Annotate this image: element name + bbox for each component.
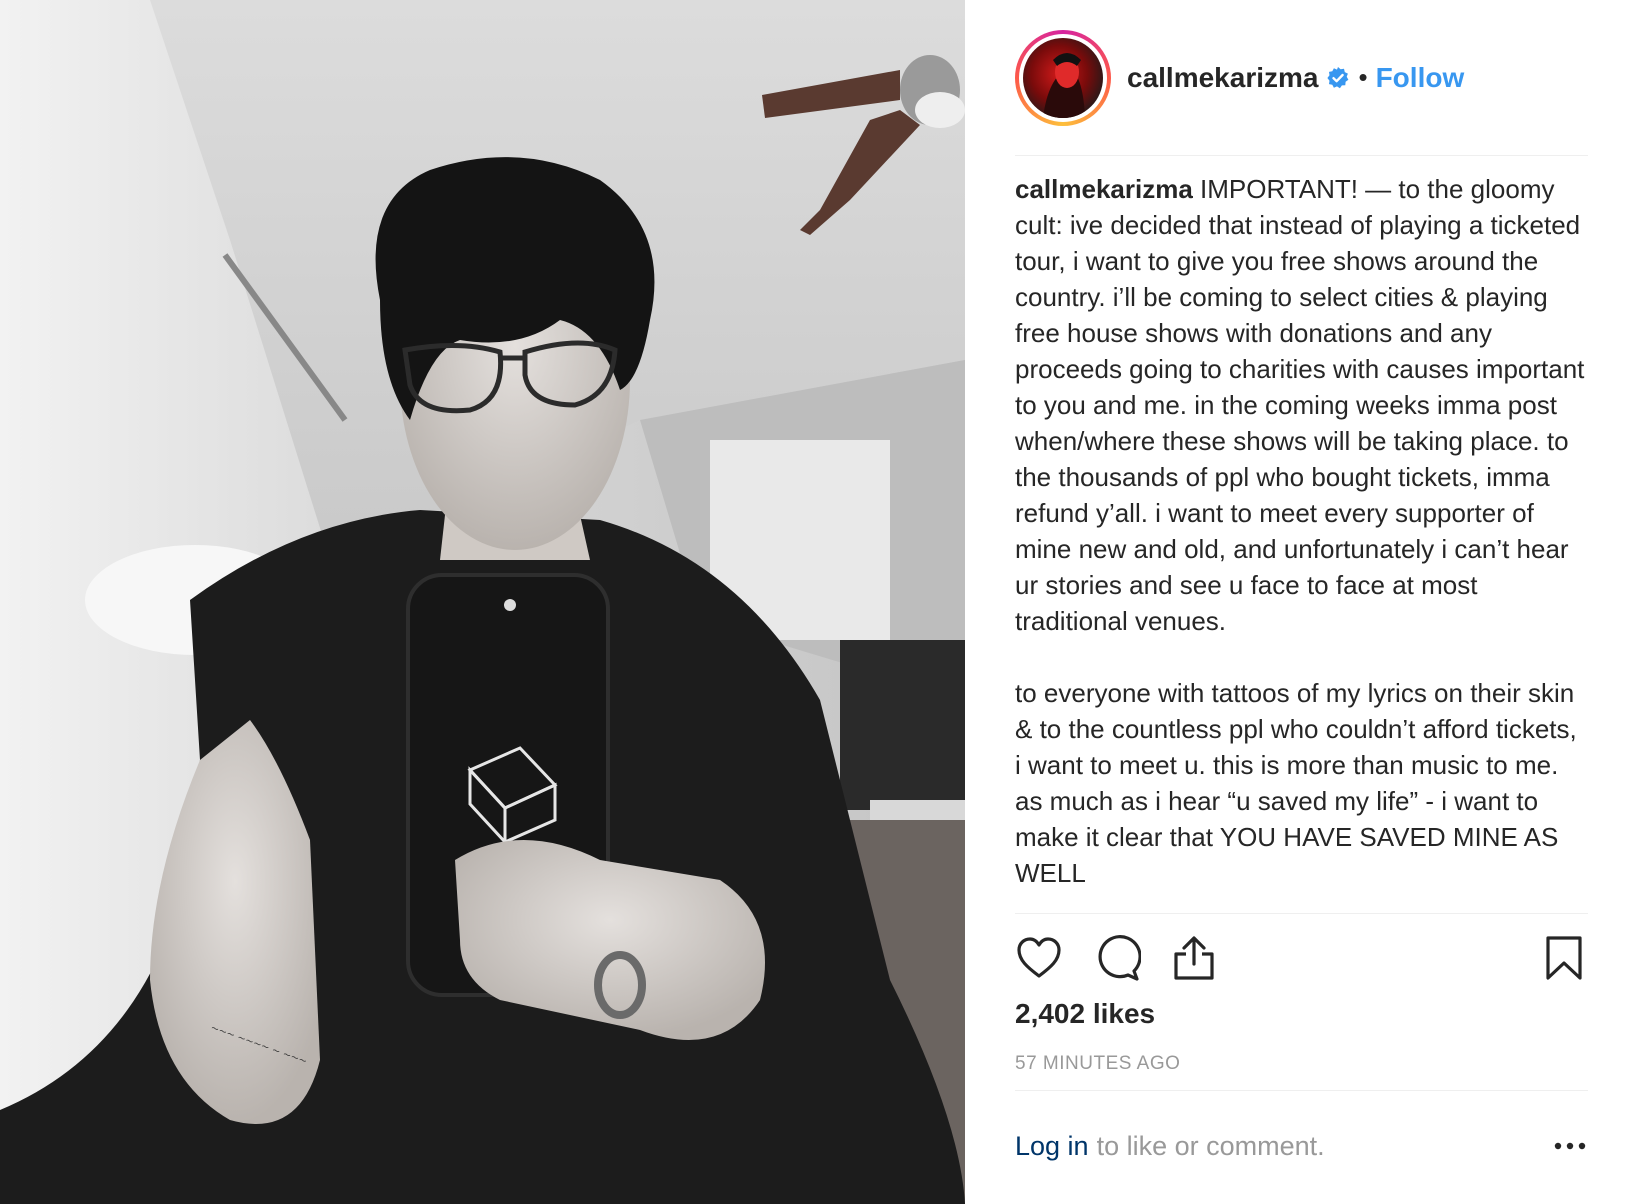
more-options-icon[interactable] [1552,1133,1588,1159]
comment-icon[interactable] [1093,934,1142,982]
post-timestamp[interactable]: 57 MINUTES AGO [1015,1053,1180,1075]
caption-text: IMPORTANT! — to the gloomy cult: ive dec… [1015,174,1585,888]
bookmark-icon[interactable] [1540,934,1588,982]
separator-dot: • [1358,62,1368,92]
likes-count[interactable]: 2,402 likes [1015,998,1155,1030]
share-icon[interactable] [1170,934,1218,982]
login-prompt-text: to like or comment. [1096,1130,1325,1161]
login-link[interactable]: Log in [1015,1131,1089,1162]
post-caption: callmekarizma IMPORTANT! — to the gloomy… [1015,171,1588,911]
follow-button[interactable]: Follow [1376,62,1465,94]
avatar[interactable] [1015,29,1111,126]
post-photo[interactable]: ~~~ ~~~~ ~ ~~~ [0,0,965,1204]
username-link[interactable]: callmekarizma [1127,62,1318,94]
verified-badge-icon [1326,66,1350,90]
action-bar [1015,913,1588,1004]
post-header: callmekarizma • Follow [1015,0,1588,156]
heart-icon[interactable] [1015,934,1063,982]
selfie-image: ~~~ ~~~~ ~ ~~~ [0,0,965,1204]
caption-username-link[interactable]: callmekarizma [1015,174,1193,204]
login-footer: Log in to like or comment. [1015,1090,1588,1201]
post-sidebar: callmekarizma • Follow callmekarizma IMP… [965,0,1628,1204]
